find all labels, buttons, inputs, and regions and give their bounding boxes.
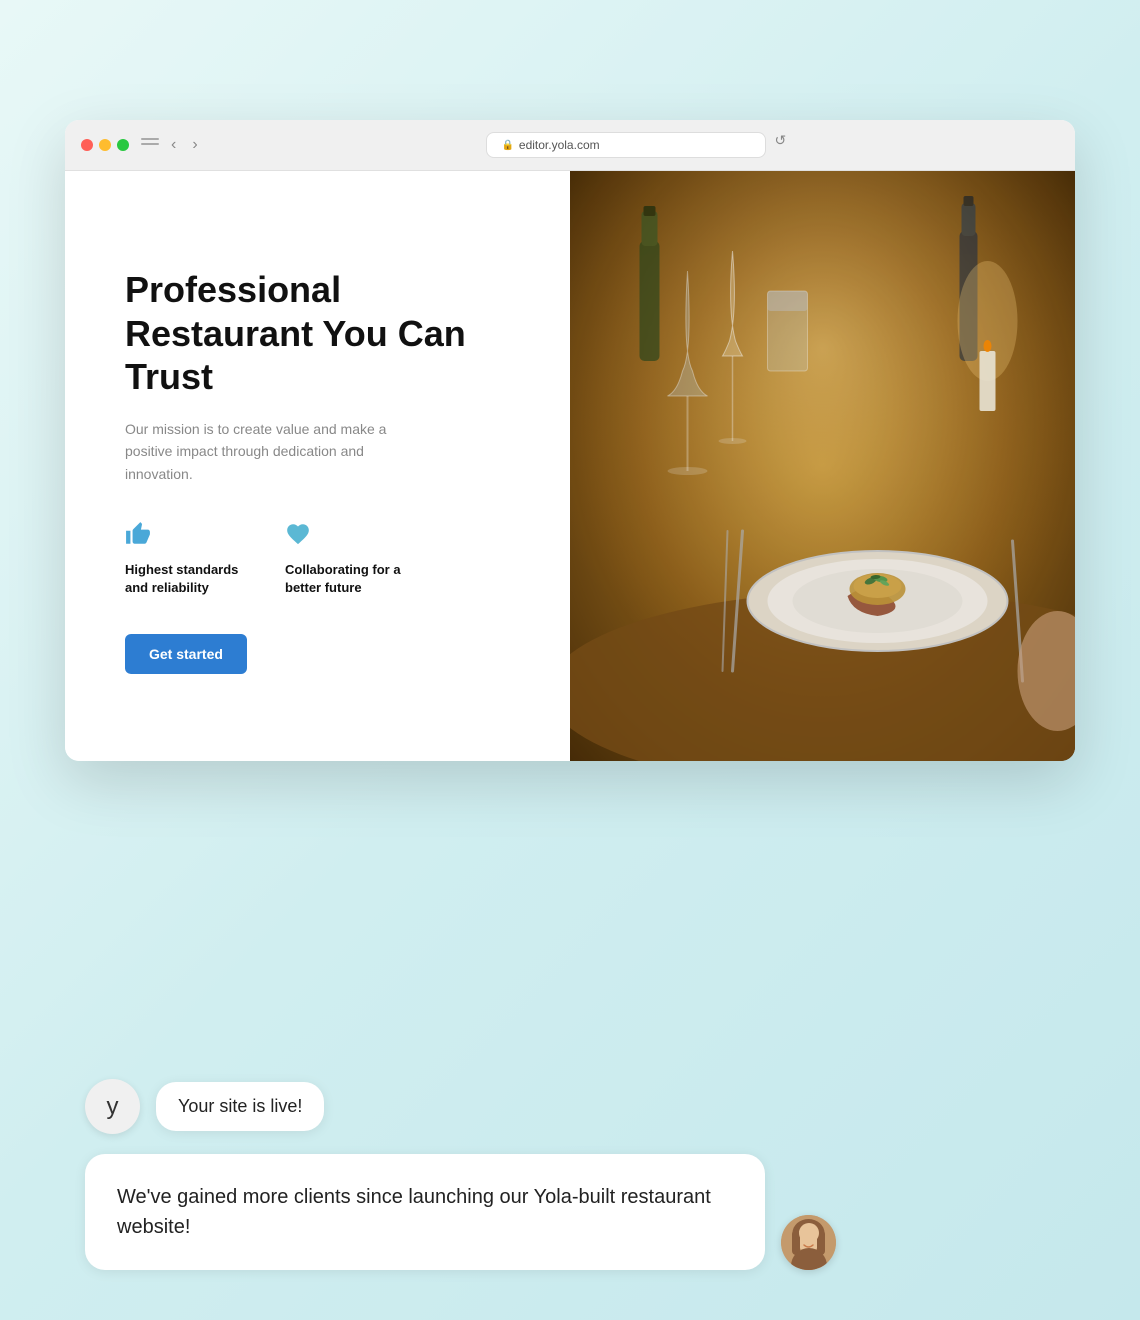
user-avatar	[781, 1215, 836, 1270]
testimonial-bubble: We've gained more clients since launchin…	[85, 1154, 765, 1270]
notification-bubble: Your site is live!	[156, 1082, 324, 1131]
address-text: editor.yola.com	[519, 138, 600, 152]
hero-title: Professional Restaurant You Can Trust	[125, 268, 520, 398]
get-started-button[interactable]: Get started	[125, 634, 247, 674]
feature-item-standards: Highest standards and reliability	[125, 521, 245, 597]
heart-icon	[285, 521, 405, 553]
feature-label-collaborating: Collaborating for a better future	[285, 561, 405, 597]
close-button[interactable]	[81, 139, 93, 151]
sidebar-toggle-icon[interactable]	[141, 138, 159, 152]
reload-button[interactable]: ↺	[774, 132, 786, 158]
browser-controls: ‹ ›	[141, 134, 202, 156]
maximize-button[interactable]	[117, 139, 129, 151]
chat-section: y Your site is live! We've gained more c…	[65, 1079, 1075, 1270]
address-bar[interactable]: 🔒 editor.yola.com	[486, 132, 766, 158]
browser-chrome: ‹ › 🔒 editor.yola.com ↺	[65, 120, 1075, 171]
testimonial-row: We've gained more clients since launchin…	[85, 1154, 1055, 1270]
minimize-button[interactable]	[99, 139, 111, 151]
feature-label-standards: Highest standards and reliability	[125, 561, 245, 597]
forward-button[interactable]: ›	[188, 134, 201, 156]
restaurant-image	[570, 171, 1075, 761]
browser-window: ‹ › 🔒 editor.yola.com ↺ Professional Res…	[65, 120, 1075, 761]
address-bar-wrap: 🔒 editor.yola.com ↺	[214, 132, 1059, 158]
notification-row: y Your site is live!	[85, 1079, 1055, 1134]
lock-icon: 🔒	[501, 140, 513, 151]
website-right-panel	[570, 171, 1075, 761]
website-content: Professional Restaurant You Can Trust Ou…	[65, 171, 1075, 761]
website-left-panel: Professional Restaurant You Can Trust Ou…	[65, 171, 570, 761]
feature-item-collaborating: Collaborating for a better future	[285, 521, 405, 597]
website-description: Our mission is to create value and make …	[125, 418, 405, 485]
traffic-lights	[81, 139, 129, 151]
back-button[interactable]: ‹	[167, 134, 180, 156]
features-row: Highest standards and reliability Collab…	[125, 521, 520, 597]
thumbs-up-icon	[125, 521, 245, 553]
yola-avatar: y	[85, 1079, 140, 1134]
